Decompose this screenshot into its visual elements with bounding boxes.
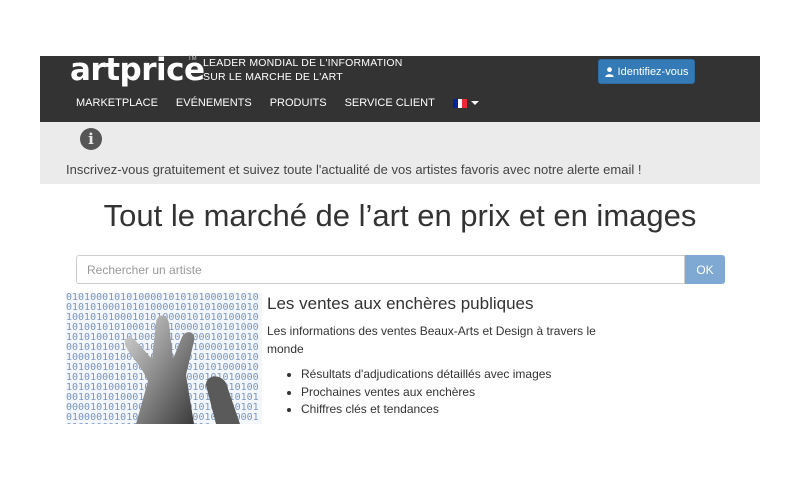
fr-flag-icon — [452, 98, 467, 108]
info-icon: i — [80, 128, 102, 150]
site-header: artprice TM LEADER MONDIAL DE L'INFORMAT… — [40, 52, 760, 122]
language-selector[interactable] — [452, 97, 479, 109]
feature-list: Résultats d'adjudications détaillés avec… — [267, 366, 551, 419]
tagline: LEADER MONDIAL DE L'INFORMATION SUR LE M… — [203, 56, 403, 84]
nav-marketplace[interactable]: MARKETPLACE — [76, 97, 158, 109]
page-frame: artprice TM LEADER MONDIAL DE L'INFORMAT… — [40, 52, 760, 424]
nav-produits[interactable]: PRODUITS — [270, 97, 327, 109]
main-nav: MARKETPLACE EVÉNEMENTS PRODUITS SERVICE … — [76, 97, 497, 109]
section-title[interactable]: Les ventes aux enchères publiques — [267, 294, 534, 314]
artprice-logo[interactable]: artprice — [70, 52, 205, 88]
hand-pointing-icon — [124, 315, 240, 424]
tagline-line-1: LEADER MONDIAL DE L'INFORMATION — [203, 57, 403, 69]
caret-down-icon — [470, 101, 479, 106]
alert-text[interactable]: Inscrivez-vous gratuitement et suivez to… — [66, 162, 641, 177]
list-item: Prochaines ventes aux enchères — [301, 384, 551, 402]
login-button[interactable]: Identifiez-vous — [598, 59, 695, 84]
nav-service-client[interactable]: SERVICE CLIENT — [345, 97, 435, 109]
user-icon — [604, 66, 614, 77]
nav-evenements[interactable]: EVÉNEMENTS — [176, 97, 252, 109]
search-ok-button[interactable]: OK — [685, 255, 725, 284]
auction-hero-image[interactable]: 0101000101010000101010100010101001010100… — [66, 293, 262, 424]
alert-banner: i Inscrivez-vous gratuitement et suivez … — [40, 122, 760, 184]
list-item: Chiffres clés et tendances — [301, 401, 551, 419]
tagline-line-2: SUR LE MARCHE DE L'ART — [203, 71, 343, 83]
list-item: Résultats d'adjudications détaillés avec… — [301, 366, 551, 384]
section-description: Les informations des ventes Beaux-Arts e… — [267, 324, 596, 356]
artist-search-input[interactable]: Rechercher un artiste — [76, 255, 685, 284]
logo-trademark: TM — [188, 56, 197, 62]
page-headline: Tout le marché de l’art en prix et en im… — [103, 198, 697, 233]
login-label: Identifiez-vous — [617, 65, 689, 78]
